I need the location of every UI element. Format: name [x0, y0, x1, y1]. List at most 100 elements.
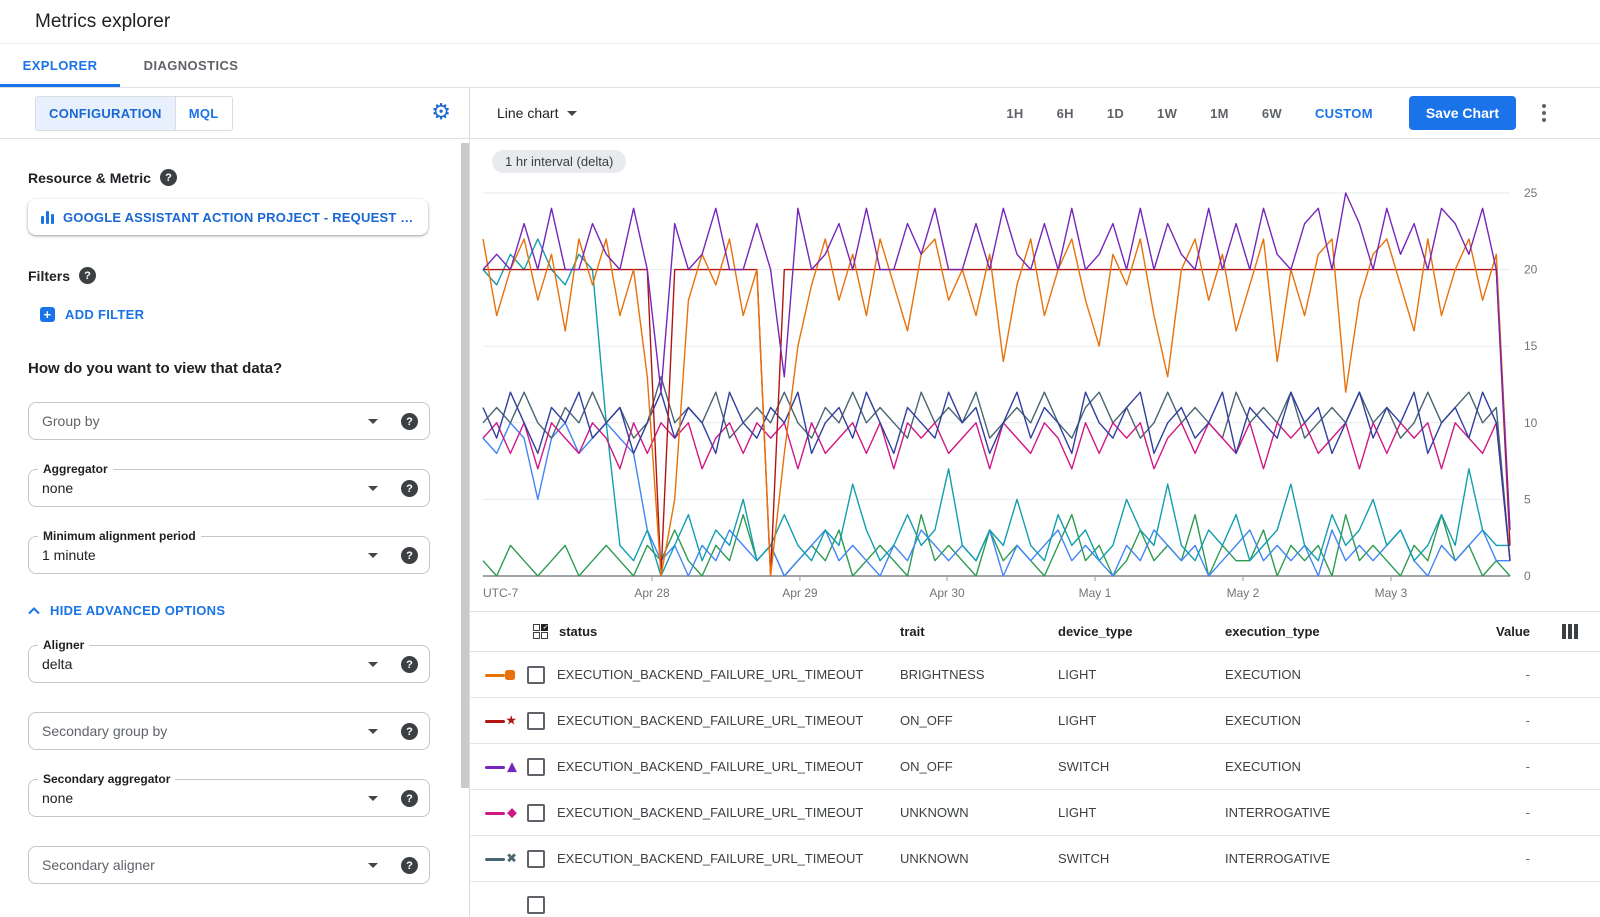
time-range-1m[interactable]: 1M	[1210, 106, 1229, 121]
execution-type-cell: EXECUTION	[1225, 759, 1455, 774]
status-cell: EXECUTION_BACKEND_FAILURE_URL_TIMEOUT	[557, 713, 900, 728]
settings-gear-icon[interactable]: ⚙	[431, 102, 451, 124]
series-marker-icon: ◆	[485, 805, 519, 821]
device-type-cell: SWITCH	[1058, 851, 1225, 866]
table-row-partial	[470, 882, 1600, 917]
help-icon[interactable]: ?	[401, 723, 418, 740]
series-checkbox[interactable]	[527, 758, 545, 776]
configuration-toggle-button[interactable]: CONFIGURATION	[36, 97, 175, 130]
hide-advanced-options-link[interactable]: HIDE ADVANCED OPTIONS	[28, 603, 441, 618]
series-marker-icon: ▲	[485, 759, 519, 775]
chart-type-label: Line chart	[497, 105, 558, 121]
chart-series-line	[483, 239, 1510, 576]
x-axis-tick-label: Apr 30	[929, 586, 965, 600]
help-icon[interactable]: ?	[79, 267, 96, 284]
status-header-label: status	[559, 624, 597, 639]
secondary-aggregator-select[interactable]: Secondary aggregator none ?	[28, 779, 430, 817]
secondary-aligner-select[interactable]: Secondary aligner ?	[28, 846, 430, 884]
tab-active-underline	[0, 84, 120, 87]
resource-metric-label: Resource & Metric	[28, 170, 151, 186]
time-range-6w[interactable]: 6W	[1262, 106, 1282, 121]
series-marker-line	[485, 674, 505, 677]
time-range-1h[interactable]: 1H	[1006, 106, 1023, 121]
help-icon[interactable]: ?	[401, 656, 418, 673]
trait-cell: BRIGHTNESS	[900, 667, 1058, 682]
tab-diagnostics[interactable]: DIAGNOSTICS	[120, 44, 262, 87]
chevron-down-icon	[368, 486, 378, 491]
series-marker-shape: ✖	[506, 852, 517, 865]
status-cell: EXECUTION_BACKEND_FAILURE_URL_TIMEOUT	[557, 667, 900, 682]
tab-explorer[interactable]: EXPLORER	[0, 44, 120, 87]
y-axis-tick-label: 25	[1524, 186, 1538, 200]
series-marker-icon	[485, 667, 519, 683]
series-marker-shape	[505, 670, 515, 680]
help-icon[interactable]: ?	[160, 169, 177, 186]
time-range-1w[interactable]: 1W	[1157, 106, 1177, 121]
execution-type-cell: INTERROGATIVE	[1225, 851, 1455, 866]
chart-area: 1 hr interval (delta) 0510152025Apr 28Ap…	[470, 139, 1600, 611]
help-icon[interactable]: ?	[401, 547, 418, 564]
series-checkbox[interactable]	[527, 850, 545, 868]
time-range-6h[interactable]: 6H	[1057, 106, 1074, 121]
series-marker-line	[485, 858, 505, 861]
field-list: Group by ? Aggregator none ? Minimum ali…	[28, 402, 441, 884]
series-checkbox[interactable]	[527, 804, 545, 822]
table-row: EXECUTION_BACKEND_FAILURE_URL_TIMEOUTBRI…	[470, 652, 1600, 698]
chart-toolbar: Line chart 1H 6H 1D 1W 1M 6W CUSTOM Save Char…	[470, 88, 1600, 139]
value-cell: -	[1455, 851, 1530, 866]
value-cell: -	[1455, 713, 1530, 728]
aligner-select[interactable]: Aligner delta ?	[28, 645, 430, 683]
table-row: ▲EXECUTION_BACKEND_FAILURE_URL_TIMEOUTON…	[470, 744, 1600, 790]
status-cell: EXECUTION_BACKEND_FAILURE_URL_TIMEOUT	[557, 851, 900, 866]
configuration-panel: CONFIGURATION MQL ⚙ Resource & Metric ? …	[0, 88, 470, 917]
group-by-select[interactable]: Group by ?	[28, 402, 430, 440]
series-marker-line	[485, 720, 505, 723]
chevron-down-icon	[368, 662, 378, 667]
x-axis-tick-label: May 3	[1375, 586, 1408, 600]
series-marker-line	[485, 766, 505, 769]
device-type-cell: SWITCH	[1058, 759, 1225, 774]
secondary-group-by-select[interactable]: Secondary group by ?	[28, 712, 430, 750]
help-icon[interactable]: ?	[401, 480, 418, 497]
series-marker-icon	[485, 897, 519, 913]
value-cell: -	[1455, 805, 1530, 820]
execution-type-cell: INTERROGATIVE	[1225, 805, 1455, 820]
select-series-icon[interactable]	[533, 624, 548, 639]
config-panel-content: Resource & Metric ? GOOGLE ASSISTANT ACT…	[0, 139, 469, 884]
execution-type-cell: EXECUTION	[1225, 713, 1455, 728]
device-type-cell: LIGHT	[1058, 713, 1225, 728]
chart-series-line	[483, 423, 1510, 561]
more-options-icon[interactable]	[1542, 104, 1546, 122]
aggregator-select[interactable]: Aggregator none ?	[28, 469, 430, 507]
custom-time-range-button[interactable]: CUSTOM	[1315, 106, 1373, 121]
device-type-cell: LIGHT	[1058, 805, 1225, 820]
field-label: Aligner	[38, 638, 89, 652]
left-panel-scrollbar[interactable]	[461, 143, 469, 788]
x-axis-tick-label: May 2	[1227, 586, 1260, 600]
y-axis-tick-label: 0	[1524, 569, 1531, 583]
series-checkbox[interactable]	[527, 712, 545, 730]
min-alignment-period-select[interactable]: Minimum alignment period 1 minute ?	[28, 536, 430, 574]
series-checkbox[interactable]	[527, 666, 545, 684]
status-cell: EXECUTION_BACKEND_FAILURE_URL_TIMEOUT	[557, 759, 900, 774]
series-marker-icon: ✖	[485, 851, 519, 867]
series-marker-shape: ▲	[507, 760, 517, 773]
resource-metric-chip[interactable]: GOOGLE ASSISTANT ACTION PROJECT - REQUES…	[28, 199, 428, 235]
trait-column-header: trait	[900, 624, 1058, 639]
chart-type-select[interactable]: Line chart	[497, 105, 577, 121]
help-icon[interactable]: ?	[401, 857, 418, 874]
timezone-label: UTC-7	[483, 586, 519, 600]
help-icon[interactable]: ?	[401, 790, 418, 807]
page-title: Metrics explorer	[35, 11, 170, 33]
save-chart-button[interactable]: Save Chart	[1409, 96, 1516, 130]
chevron-down-icon	[368, 729, 378, 734]
table-row: ◆EXECUTION_BACKEND_FAILURE_URL_TIMEOUTUN…	[470, 790, 1600, 836]
chart-canvas[interactable]: 0510152025Apr 28Apr 29Apr 30May 1May 2Ma…	[470, 139, 1599, 611]
mql-toggle-button[interactable]: MQL	[175, 97, 232, 130]
help-icon[interactable]: ?	[401, 413, 418, 430]
series-checkbox[interactable]	[527, 896, 545, 914]
column-settings-icon[interactable]	[1530, 624, 1578, 639]
add-filter-button[interactable]: + ADD FILTER	[40, 307, 441, 322]
x-axis-tick-label: Apr 28	[634, 586, 670, 600]
time-range-1d[interactable]: 1D	[1107, 106, 1124, 121]
